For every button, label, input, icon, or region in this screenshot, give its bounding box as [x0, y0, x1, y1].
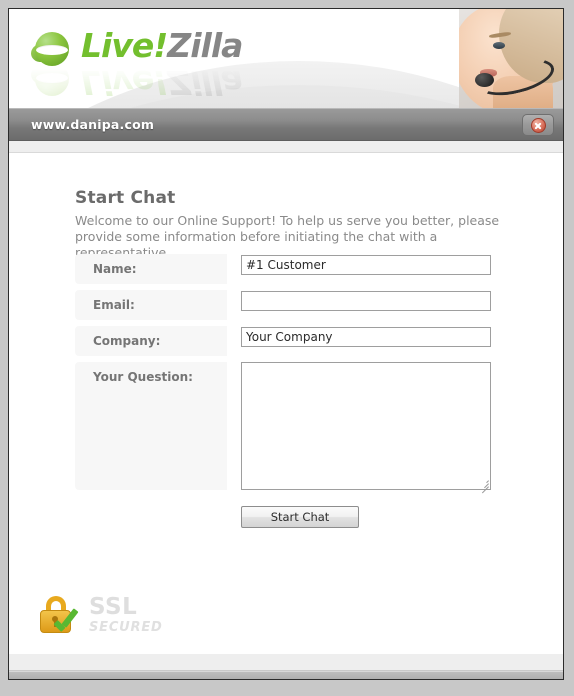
form-row-name: Name: [75, 254, 495, 284]
ssl-main-text: SSL [89, 594, 138, 620]
livezilla-logo: Live!Zilla [29, 26, 243, 88]
padlock-icon [35, 592, 81, 638]
label-question: Your Question: [75, 362, 227, 490]
form-row-company: Company: [75, 326, 495, 356]
field-name-wrap [241, 254, 495, 275]
header-banner: Live!Zilla Live!Zilla [9, 9, 563, 108]
label-email: Email: [75, 290, 227, 320]
support-agent-headset-photo [459, 9, 563, 108]
ssl-sub-text: SECURED [89, 620, 163, 635]
url-bar: www.danipa.com [9, 108, 563, 141]
page-title: Start Chat [75, 188, 176, 208]
form-row-email: Email: [75, 290, 495, 320]
company-input[interactable] [241, 327, 491, 347]
logo-text-live: Live! [81, 26, 168, 65]
url-bar-underline [9, 141, 563, 153]
green-check-icon [53, 608, 79, 636]
chat-window: Live!Zilla Live!Zilla www.danipa.com Sta… [8, 8, 564, 680]
email-input[interactable] [241, 291, 491, 311]
submit-row: Start Chat [241, 506, 495, 528]
start-chat-form: Name: Email: Company: Your Question: [75, 254, 495, 528]
label-company: Company: [75, 326, 227, 356]
label-name: Name: [75, 254, 227, 284]
close-icon [530, 117, 546, 133]
url-text: www.danipa.com [31, 117, 155, 132]
intro-block: Start Chat Welcome to our Online Support… [75, 188, 505, 261]
logo-text-zilla: Zilla [167, 26, 243, 65]
start-chat-button[interactable]: Start Chat [241, 506, 359, 528]
footer-bar [9, 671, 563, 679]
footer-light-strip [9, 654, 563, 671]
livezilla-ball-icon [29, 30, 73, 70]
question-textarea[interactable] [241, 362, 491, 490]
ssl-secured-badge: SSL SECURED [35, 592, 163, 638]
field-question-wrap [241, 362, 495, 494]
field-email-wrap [241, 290, 495, 311]
name-input[interactable] [241, 255, 491, 275]
ssl-badge-text: SSL SECURED [89, 594, 163, 635]
form-row-question: Your Question: [75, 362, 495, 494]
close-button[interactable] [522, 114, 554, 136]
field-company-wrap [241, 326, 495, 347]
content-area: Start Chat Welcome to our Online Support… [9, 154, 563, 654]
